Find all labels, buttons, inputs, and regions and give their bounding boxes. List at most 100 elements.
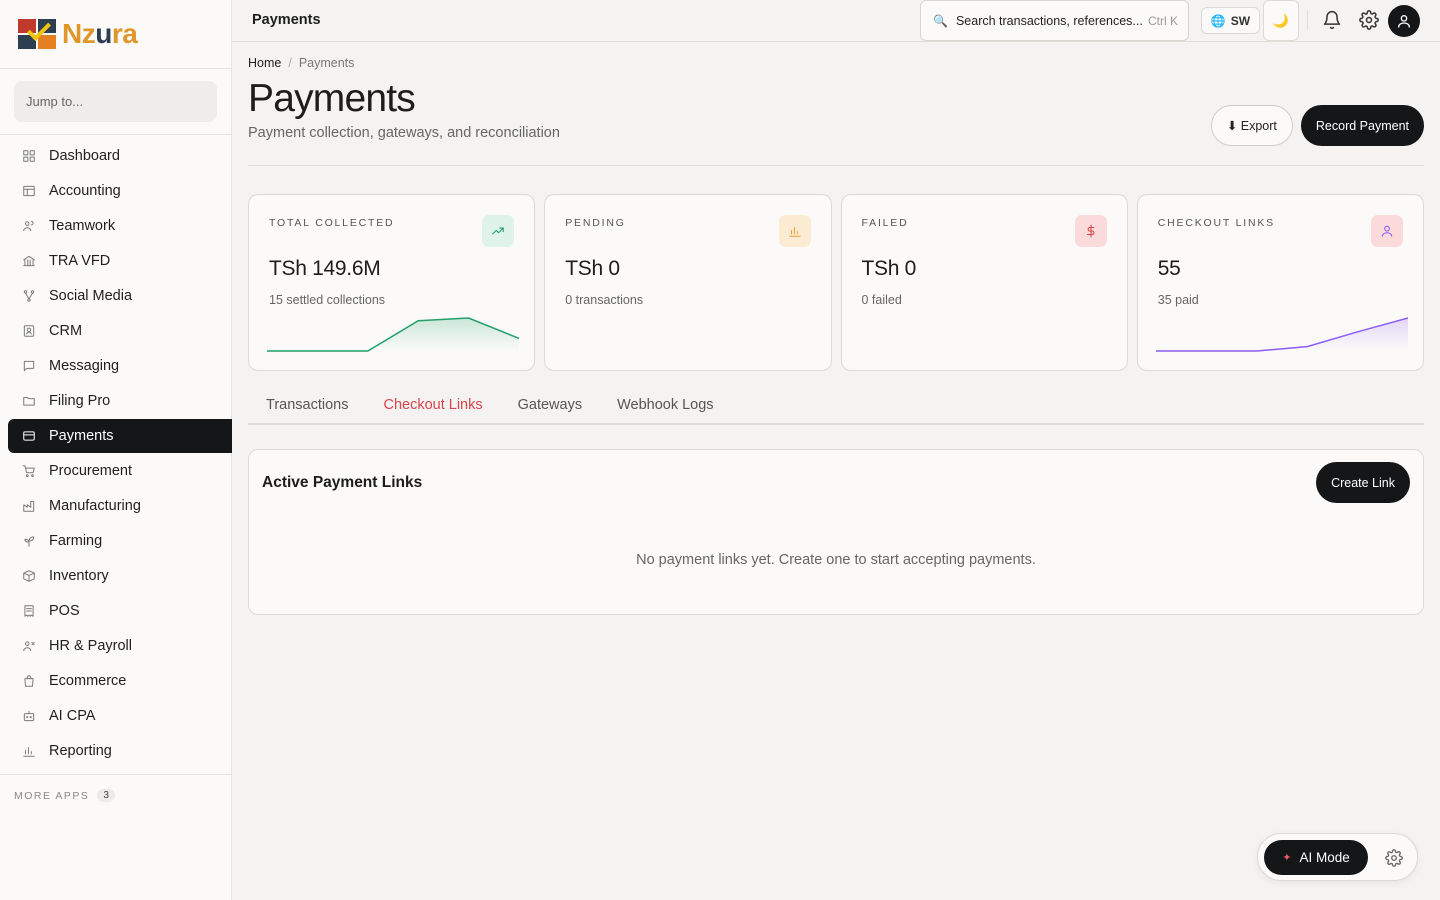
stat-card-value: TSh 149.6M — [269, 257, 381, 280]
sidebar-item-label: Procurement — [49, 463, 133, 479]
stat-card-value: TSh 0 — [565, 257, 620, 280]
stat-card-checkout-links: CHECKOUT LINKS 55 35 paid — [1136, 194, 1424, 371]
search-placeholder: Search transactions, references... — [955, 13, 1143, 28]
tab-webhook-logs[interactable]: Webhook Logs — [617, 385, 713, 423]
stat-card-subtext: 35 paid — [1157, 293, 1199, 307]
globe-icon: 🌐 — [1210, 13, 1226, 28]
bank-icon — [22, 254, 36, 268]
sidebar-item-label: Messaging — [49, 358, 120, 374]
bag-icon — [22, 674, 36, 688]
stat-card-label: PENDING — [565, 217, 626, 229]
sidebar-item-accounting[interactable]: Accounting — [8, 174, 232, 208]
stat-card-subtext: 0 failed — [861, 293, 902, 307]
bell-icon[interactable] — [1322, 10, 1342, 30]
theme-toggle-button[interactable]: 🌙 — [1263, 0, 1299, 41]
sidebar-item-label: Accounting — [49, 183, 121, 199]
sparkline — [267, 317, 520, 352]
sidebar-item-filing-pro[interactable]: Filing Pro — [8, 384, 232, 418]
logo[interactable]: Nzura — [0, 0, 231, 69]
topbar-title: Payments — [252, 12, 321, 28]
sidebar-item-crm[interactable]: CRM — [8, 314, 232, 348]
create-link-button[interactable]: Create Link — [1316, 462, 1410, 503]
stat-card-subtext: 0 transactions — [565, 293, 644, 307]
sidebar-item-label: CRM — [49, 323, 83, 339]
global-search[interactable]: 🔍 Search transactions, references... Ctr… — [920, 0, 1189, 41]
sidebar-item-tra-vfd[interactable]: TRA VFD — [8, 244, 232, 278]
sidebar-item-procurement[interactable]: Procurement — [8, 454, 232, 488]
box-icon — [22, 569, 36, 583]
ai-mode-button[interactable]: ✦ AI Mode — [1264, 840, 1368, 875]
topbar-divider — [1307, 10, 1308, 30]
sidebar-item-ai-cpa[interactable]: AI CPA — [8, 699, 232, 733]
breadcrumb-home[interactable]: Home — [248, 56, 281, 70]
sidebar-item-label: Manufacturing — [49, 498, 141, 514]
stat-card-total-collected: TOTAL COLLECTED TSh 149.6M 15 settled coll… — [248, 194, 536, 371]
moon-icon: 🌙 — [1272, 12, 1290, 28]
stat-cards: TOTAL COLLECTED TSh 149.6M 15 settled coll… — [248, 194, 1424, 371]
tab-gateways[interactable]: Gateways — [518, 385, 582, 423]
ledger-icon — [22, 184, 36, 198]
jump-to-container — [0, 69, 231, 135]
sidebar-item-ecommerce[interactable]: Ecommerce — [8, 664, 232, 698]
stat-card-label: CHECKOUT LINKS — [1157, 217, 1275, 229]
record-payment-button[interactable]: Record Payment — [1300, 105, 1424, 146]
sidebar-item-label: Dashboard — [49, 148, 120, 164]
sidebar-item-label: Reporting — [49, 743, 112, 759]
sidebar-item-label: AI CPA — [49, 708, 96, 724]
dollar-icon — [1074, 215, 1107, 247]
more-apps[interactable]: MORE APPS 3 — [0, 774, 231, 816]
cart-icon — [22, 464, 36, 478]
sidebar-item-label: TRA VFD — [49, 253, 111, 269]
language-code: SW — [1230, 13, 1251, 28]
user-icon — [1371, 215, 1403, 247]
message-icon — [22, 359, 36, 373]
sidebar-item-teamwork[interactable]: Teamwork — [8, 209, 232, 243]
stat-card-value: 55 — [1157, 257, 1181, 280]
sidebar-item-label: Teamwork — [49, 218, 116, 234]
stat-card-label: TOTAL COLLECTED — [269, 217, 395, 229]
sidebar-item-label: Farming — [49, 533, 103, 549]
sidebar-item-farming[interactable]: Farming — [8, 524, 232, 558]
language-switch-button[interactable]: 🌐 SW — [1201, 7, 1260, 34]
sidebar-item-payments[interactable]: Payments — [8, 419, 232, 453]
sidebar-item-inventory[interactable]: Inventory — [8, 559, 232, 593]
logo-text: Nzura — [62, 18, 138, 49]
sidebar-item-label: Social Media — [49, 288, 133, 304]
more-apps-label: MORE APPS — [14, 789, 90, 802]
sidebar-item-label: Filing Pro — [49, 393, 111, 409]
users-icon — [22, 219, 36, 233]
sidebar-item-label: Ecommerce — [49, 673, 127, 689]
sidebar-item-manufacturing[interactable]: Manufacturing — [8, 489, 232, 523]
stat-card-pending: PENDING TSh 0 0 transactions — [544, 194, 832, 371]
search-icon: 🔍 — [933, 13, 948, 28]
user-x-icon — [22, 639, 36, 653]
contact-icon — [22, 324, 36, 338]
main-content: Home / Payments Payments Payment collect… — [248, 42, 1424, 615]
tab-transactions[interactable]: Transactions — [266, 385, 348, 423]
stat-card-failed: FAILED TSh 0 0 failed — [840, 194, 1128, 371]
settings-gear-icon[interactable] — [1359, 10, 1379, 30]
ai-mode-label: AI Mode — [1299, 850, 1350, 865]
sparkline — [1155, 317, 1408, 352]
sidebar: Nzura Dashboard Accounting Teamwork TRA VFD… — [0, 0, 232, 900]
ai-settings-gear-icon[interactable] — [1385, 849, 1403, 867]
bar-chart-icon — [22, 744, 36, 758]
sidebar-item-dashboard[interactable]: Dashboard — [8, 139, 232, 173]
ai-mode-widget: ✦ AI Mode — [1257, 833, 1418, 881]
sidebar-item-label: Inventory — [49, 568, 109, 584]
sidebar-item-social-media[interactable]: Social Media — [8, 279, 232, 313]
empty-state-text: No payment links yet. Create one to star… — [636, 552, 1036, 568]
stat-card-label: FAILED — [861, 217, 909, 229]
user-avatar[interactable] — [1388, 5, 1420, 37]
sidebar-item-hr-payroll[interactable]: HR & Payroll — [8, 629, 232, 663]
export-button[interactable]: ⬇ Export — [1210, 105, 1293, 146]
tab-bar: Transactions Checkout Links Gateways Webhoo… — [248, 385, 1424, 425]
sidebar-nav: Dashboard Accounting Teamwork TRA VFD Social… — [0, 135, 232, 768]
sidebar-item-reporting[interactable]: Reporting — [8, 734, 232, 768]
jump-to-input[interactable] — [14, 81, 217, 122]
breadcrumb-current: Payments — [298, 56, 355, 70]
sidebar-item-messaging[interactable]: Messaging — [8, 349, 232, 383]
tab-checkout-links[interactable]: Checkout Links — [383, 385, 482, 423]
sidebar-item-label: HR & Payroll — [49, 638, 132, 654]
sidebar-item-pos[interactable]: POS — [8, 594, 232, 628]
